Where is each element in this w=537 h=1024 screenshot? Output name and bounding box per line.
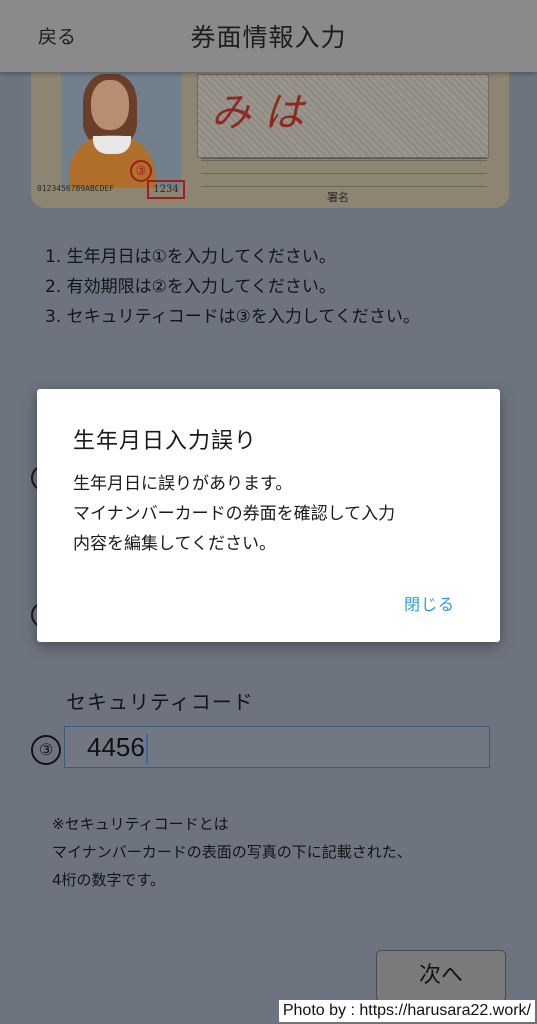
instruction-item: 3. セキュリティコードは③を入力してください。	[45, 307, 420, 327]
text-caret	[145, 734, 148, 765]
dialog-message-line: 生年月日に誤りがあります。	[73, 474, 293, 494]
card-sign-label: 署名	[327, 191, 349, 204]
person-face	[91, 80, 129, 130]
next-button[interactable]: 次へ	[376, 950, 506, 1002]
security-code-label: セキュリティコード	[66, 690, 254, 714]
instruction-list: 1. 生年月日は①を入力してください。 2. 有効期限は②を入力してください。 …	[45, 242, 475, 332]
note-line: ※セキュリティコードとは	[52, 815, 229, 833]
security-code-value: 4456	[87, 732, 145, 762]
card-marker-3: ③	[130, 160, 152, 182]
card-security-code: 1234	[147, 180, 185, 199]
note-line: マイナンバーカードの表面の写真の下に記載された、	[52, 843, 412, 861]
security-code-marker: ③	[31, 735, 61, 765]
card-serial: 0123456789ABCDEF	[37, 184, 115, 193]
security-code-input[interactable]: 4456	[64, 726, 490, 768]
dialog-message: 生年月日に誤りがあります。 マイナンバーカードの券面を確認して入力 内容を編集し…	[73, 469, 483, 559]
error-dialog: 生年月日入力誤り 生年月日に誤りがあります。 マイナンバーカードの券面を確認して…	[37, 389, 500, 642]
dialog-close-button[interactable]: 閉じる	[404, 591, 455, 615]
app-header: 戻る 券面情報入力	[0, 0, 537, 72]
note-line: 4桁の数字です。	[52, 871, 166, 889]
security-code-note: ※セキュリティコードとは マイナンバーカードの表面の写真の下に記載された、 4桁…	[52, 810, 502, 894]
card-red-text: み は	[211, 90, 304, 136]
instruction-item: 2. 有効期限は②を入力してください。	[45, 277, 336, 297]
dialog-message-line: 内容を編集してください。	[73, 534, 276, 554]
photo-credit: Photo by : https://harusara22.work/	[278, 1000, 535, 1022]
dialog-title: 生年月日入力誤り	[73, 429, 258, 454]
dialog-message-line: マイナンバーカードの券面を確認して入力	[73, 504, 396, 524]
page-title: 券面情報入力	[190, 23, 347, 52]
instruction-item: 1. 生年月日は①を入力してください。	[45, 247, 336, 267]
